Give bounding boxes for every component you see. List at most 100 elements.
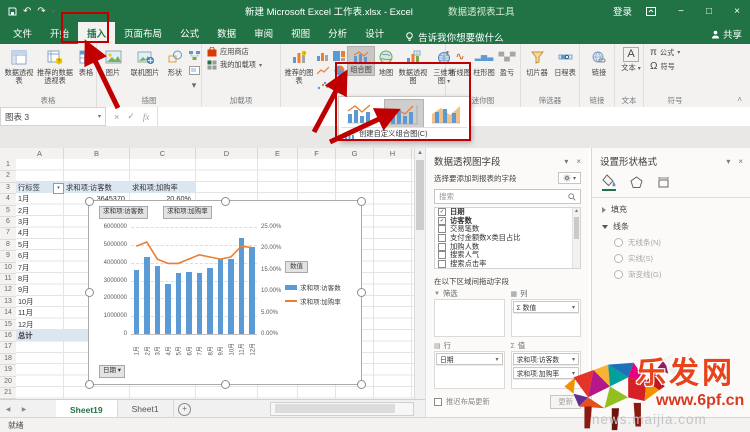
column-header-E[interactable]: E [258, 148, 298, 159]
recommended-charts-button[interactable]: ? 推荐的图表 [283, 46, 315, 86]
sparkline-line-button[interactable]: ∿ 折线图 [448, 46, 472, 78]
checked-checkbox[interactable]: ✓ [438, 208, 446, 216]
combo-thumbnail-secondary-axis[interactable] [384, 99, 424, 128]
legend-values-button[interactable]: 数值 [285, 261, 308, 273]
column-chart-icon[interactable] [315, 48, 331, 63]
fields-pane-options-icon[interactable]: ▾ [564, 157, 568, 166]
fields-settings-button[interactable]: ▾ [558, 172, 581, 184]
close-button[interactable]: × [730, 6, 744, 17]
smartart-icon[interactable] [187, 48, 201, 63]
field-item-搜索点击率[interactable]: 搜索点击率 [435, 260, 580, 269]
shapes-button[interactable]: 形状 [163, 46, 187, 78]
vertical-scroll-thumb[interactable] [416, 160, 424, 230]
maximize-button[interactable]: □ [702, 6, 716, 17]
name-box[interactable]: 图表 3 ▾ [0, 107, 106, 126]
sheet-nav-right-icon[interactable]: ▶ [16, 400, 32, 418]
table-button[interactable]: 表格 [74, 46, 98, 78]
slicer-button[interactable]: 切片器 [523, 46, 551, 78]
horizontal-scrollbar[interactable] [270, 402, 414, 416]
insert-function-icon[interactable]: fx [143, 112, 150, 122]
format-pane-close-icon[interactable]: × [738, 157, 743, 166]
columns-area-box[interactable]: Σ 数值▾ [511, 299, 582, 337]
pivotchart-button[interactable]: 数据透视图 [397, 46, 429, 86]
column-header-C[interactable]: C [130, 148, 196, 159]
pie-chart-icon[interactable] [331, 63, 347, 78]
tab-review[interactable]: 审阅 [245, 22, 282, 44]
new-sheet-button[interactable]: + [174, 400, 196, 418]
checked-checkbox[interactable]: ✓ [438, 217, 446, 225]
chart-selection-handle[interactable] [221, 380, 230, 389]
tab-file[interactable]: 文件 [4, 22, 41, 44]
chart-field-button-2[interactable]: 求和项:加购率 [163, 206, 212, 219]
horizontal-scroll-thumb[interactable] [275, 404, 395, 413]
pivot-chart[interactable]: 求和项:访客数求和项:加购率60000005000000400000030000… [88, 200, 362, 385]
fill-section-header[interactable]: 填充 [592, 198, 750, 215]
line-option-实线(S)[interactable]: 实线(S) [592, 248, 750, 264]
sheet-tab-Sheet19[interactable]: Sheet19 [56, 400, 118, 418]
cancel-icon[interactable]: × [114, 112, 119, 122]
fields-list-scrollbar[interactable]: ▲ [572, 208, 580, 268]
timeline-button[interactable]: 日程表 [551, 46, 579, 78]
column-header-G[interactable]: G [336, 148, 374, 159]
sparkline-winloss-button[interactable]: ▀▄▀ 盈亏 [496, 46, 518, 78]
chart-selection-handle[interactable] [357, 380, 366, 389]
sign-in-button[interactable]: 登录 [613, 4, 632, 18]
row-labels-filter-icon[interactable]: ▾ [53, 183, 64, 194]
sparkline-column-button[interactable]: ▂▅▃ 柱形图 [472, 46, 496, 78]
line-option-渐变线(G)[interactable]: 渐变线(G) [592, 264, 750, 280]
tell-me-box[interactable]: 告诉我你想要做什么 [405, 30, 504, 44]
fields-pane-close-icon[interactable]: × [576, 157, 581, 166]
combo-thumbnail-clustered-column-line[interactable] [342, 99, 380, 126]
tab-data[interactable]: 数据 [208, 22, 245, 44]
tab-page-layout[interactable]: 页面布局 [115, 22, 171, 44]
sheet-tab-Sheet1[interactable]: Sheet1 [118, 400, 174, 418]
rows-area-box[interactable]: 日期▾ [434, 351, 505, 389]
undo-icon[interactable]: ↶ [23, 6, 31, 17]
my-addins-button[interactable]: 我的加载项 ▾ [207, 60, 280, 70]
hierarchy-chart-icon[interactable] [331, 48, 347, 63]
tab-insert[interactable]: 插入 [78, 22, 115, 44]
symbol-button[interactable]: Ω 符号 [650, 61, 706, 72]
defer-layout-checkbox[interactable]: 推迟布局更新 [434, 397, 490, 407]
combo-chart-button[interactable]: 组合图 [347, 46, 375, 76]
area-item-求和项:访客数[interactable]: 求和项:访客数▾ [513, 353, 580, 365]
size-properties-tab[interactable] [657, 176, 670, 191]
area-item-求和项:加购率[interactable]: 求和项:加购率▾ [513, 367, 580, 379]
collapse-ribbon-icon[interactable]: ˄ [737, 95, 742, 104]
vertical-scrollbar[interactable]: ▲ [414, 148, 425, 399]
scroll-up-icon[interactable]: ▲ [415, 148, 425, 158]
axis-field-button-date[interactable]: 日期 ▾ [99, 365, 125, 378]
column-header-A[interactable]: A [16, 148, 64, 159]
customize-qat-icon[interactable]: ▾ [52, 8, 55, 15]
illustrations-more-icon[interactable]: ▾ [187, 78, 201, 93]
share-button[interactable]: 共享 [711, 27, 742, 41]
tab-home[interactable]: 开始 [41, 22, 78, 44]
area-item-Σ 数值[interactable]: Σ 数值▾ [513, 301, 580, 313]
area-item-日期[interactable]: 日期▾ [436, 353, 503, 365]
tab-view[interactable]: 视图 [282, 22, 319, 44]
chart-selection-handle[interactable] [85, 380, 94, 389]
fields-search-input[interactable]: 搜索 [434, 189, 581, 204]
chart-selection-handle[interactable] [85, 288, 94, 297]
format-pane-options-icon[interactable]: ▾ [726, 157, 730, 166]
line-section-header[interactable]: 线条 [592, 215, 750, 232]
column-header-F[interactable]: F [298, 148, 336, 159]
save-icon[interactable] [8, 7, 17, 16]
chart-selection-handle[interactable] [221, 197, 230, 206]
minimize-button[interactable]: − [674, 6, 688, 17]
pivottable-button[interactable]: 数据透视表 [2, 46, 36, 86]
sheet-nav-left-icon[interactable]: ◀ [0, 400, 16, 418]
chart-selection-handle[interactable] [357, 197, 366, 206]
store-button[interactable]: 应用商店 [207, 47, 280, 57]
text-button[interactable]: A 文本 ▾ [619, 46, 643, 74]
line-option-无线条(N)[interactable]: 无线条(N) [592, 232, 750, 248]
link-button[interactable]: 链接 [585, 46, 613, 78]
ribbon-display-options-icon[interactable] [646, 7, 660, 16]
filters-area-box[interactable] [434, 299, 505, 337]
recommended-pivottables-button[interactable]: ? 推荐的数据透视表 [36, 46, 74, 86]
fill-line-tab[interactable] [602, 174, 616, 191]
enter-icon[interactable]: ✓ [127, 111, 135, 122]
update-button[interactable]: 更新 [550, 395, 581, 409]
create-custom-combo-menu-item[interactable]: 创建自定义组合图(C) [339, 128, 469, 140]
screenshot-icon[interactable] [187, 63, 201, 78]
